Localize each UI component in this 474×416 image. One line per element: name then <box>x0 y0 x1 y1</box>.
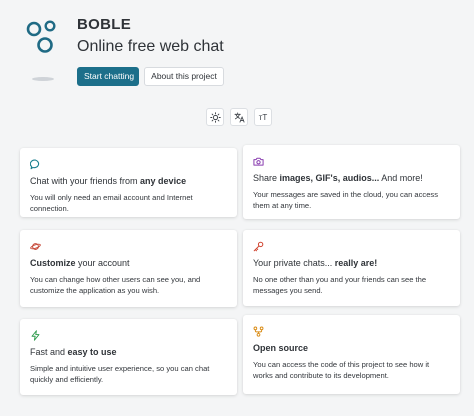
feature-card-private-chats: Your private chats... really are! No one… <box>243 230 460 306</box>
hero-section: BOBLE Online free web chat Start chattin… <box>0 0 474 96</box>
lightning-icon <box>31 330 40 341</box>
feature-card-share-media: Share images, GIF's, audios... And more!… <box>243 145 460 219</box>
font-size-button[interactable]: тT <box>254 108 272 126</box>
feature-title: Fast and easy to use <box>30 347 117 357</box>
feature-card-customize: Customize your account You can change ho… <box>20 230 237 307</box>
translate-icon <box>234 112 244 122</box>
feature-description: No one other than you and your friends c… <box>253 275 427 295</box>
app-name: BOBLE <box>77 16 131 33</box>
start-chatting-button[interactable]: Start chatting <box>77 67 139 86</box>
feature-title: Customize your account <box>30 258 130 268</box>
key-icon <box>253 241 264 252</box>
bubbles-logo-icon <box>26 20 56 81</box>
feature-description: You will only need an email account and … <box>30 193 193 213</box>
source-icon <box>253 326 264 337</box>
feature-description: You can access the code of this project … <box>253 360 430 380</box>
app-tagline: Online free web chat <box>77 38 224 55</box>
feature-card-open-source: Open source You can access the code of t… <box>243 315 460 394</box>
planet-icon <box>30 243 41 250</box>
feature-title: Share images, GIF's, audios... And more! <box>253 173 423 183</box>
feature-description: You can change how other users can see y… <box>30 275 201 295</box>
language-button[interactable] <box>230 108 248 126</box>
feature-description: Simple and intuitive user experience, so… <box>30 364 210 384</box>
camera-icon <box>253 157 264 166</box>
about-project-button[interactable]: About this project <box>144 67 224 86</box>
font-size-label: тT <box>258 112 268 122</box>
feature-title: Chat with your friends from any device <box>30 176 187 186</box>
feature-description: Your messages are saved in the cloud, yo… <box>253 190 439 210</box>
feature-card-fast-easy: Fast and easy to use Simple and intuitiv… <box>20 319 237 395</box>
sun-icon <box>209 111 221 123</box>
feature-card-any-device: Chat with your friends from any device Y… <box>20 148 237 217</box>
chat-icon <box>30 159 40 170</box>
feature-title: Your private chats... really are! <box>253 258 378 268</box>
theme-toggle-button[interactable] <box>206 108 224 126</box>
feature-title: Open source <box>253 343 309 353</box>
